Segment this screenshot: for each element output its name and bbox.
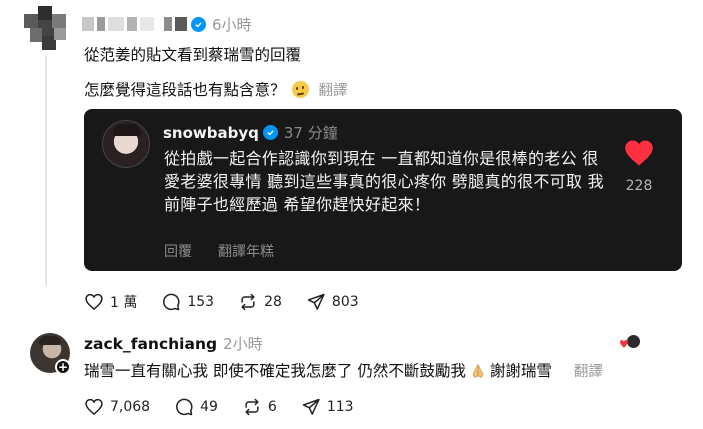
reply-text-line: 瑞雪一直有關心我 即使不確定我怎麼了 仍然不斷鼓勵我 謝謝瑞雪 翻譯 <box>84 359 603 381</box>
share-button[interactable]: 803 <box>306 292 359 312</box>
like-button[interactable]: 1 萬 <box>84 292 137 312</box>
quote-reply-label: 回覆 <box>164 244 192 260</box>
share-count: 113 <box>326 399 354 415</box>
post-text-line-2: 怎麼覺得這段話也有點含意？ 翻譯 <box>84 78 348 100</box>
reply-header: zack_fanchiang 2小時 <box>84 333 263 354</box>
comment-icon <box>176 398 193 416</box>
thread-line <box>45 56 47 286</box>
comment-button[interactable]: 49 <box>174 397 218 417</box>
reply-text: 瑞雪一直有關心我 即使不確定我怎麼了 仍然不斷鼓勵我 <box>84 362 466 380</box>
quote-actions: 回覆 翻譯年糕 <box>164 241 274 261</box>
post-time[interactable]: 6小時 <box>212 14 252 35</box>
thinking-face-icon <box>291 81 309 98</box>
small-heart-icon: ♥ <box>619 338 629 351</box>
like-count: 1 萬 <box>110 295 138 311</box>
heart-outline-icon <box>85 398 103 416</box>
post-header: 6小時 <box>82 14 252 34</box>
like-button[interactable]: 7,068 <box>84 397 150 417</box>
reply-username[interactable]: zack_fanchiang <box>84 335 217 353</box>
repost-icon <box>241 293 255 311</box>
reply-text-thanks: 謝謝瑞雪 <box>489 362 552 380</box>
translate-link[interactable]: 翻譯 <box>574 364 603 380</box>
quote-header: snowbabyq 37 分鐘 <box>163 122 338 143</box>
snowbabyq-avatar <box>102 120 150 168</box>
comment-count: 153 <box>187 294 215 310</box>
repost-button[interactable]: 6 <box>242 397 277 417</box>
author-liked-badge: ♥ <box>619 334 643 352</box>
share-button[interactable]: 113 <box>301 397 354 417</box>
share-count: 803 <box>331 294 359 310</box>
verified-badge-icon <box>191 16 206 32</box>
repost-button[interactable]: 28 <box>238 292 282 312</box>
reply-action-bar: 7,068 49 6 113 <box>84 397 378 417</box>
author-avatar-pixelated[interactable] <box>24 6 68 50</box>
like-count: 7,068 <box>110 399 151 415</box>
post-text-question: 怎麼覺得這段話也有點含意？ <box>84 81 286 99</box>
post-text-line-1: 從范姜的貼文看到蔡瑞雪的回覆 <box>84 46 302 64</box>
author-name-pixelated[interactable] <box>82 17 187 31</box>
heart-outline-icon <box>85 293 103 311</box>
repost-icon <box>245 398 259 416</box>
quote-time: 37 分鐘 <box>283 124 338 142</box>
quoted-reply-card: snowbabyq 37 分鐘 從拍戲一起合作認識你到現在 一直都知道你是很棒的… <box>84 109 682 271</box>
heart-icon <box>625 140 653 166</box>
send-icon <box>307 293 325 310</box>
quote-text: 從拍戲一起合作認識你到現在 一直都知道你是很棒的老公 很愛老婆很專情 聽到這些事… <box>164 149 604 214</box>
comment-icon <box>163 293 180 311</box>
translate-link[interactable]: 翻譯 <box>319 83 348 99</box>
send-icon <box>302 398 320 415</box>
quote-translate-label: 翻譯年糕 <box>218 244 274 260</box>
quote-like-count: 228 <box>625 178 653 194</box>
repost-count: 6 <box>267 399 277 415</box>
quote-username: snowbabyq <box>163 123 259 142</box>
comment-count: 49 <box>200 399 218 415</box>
repost-count: 28 <box>264 294 282 310</box>
verified-badge-icon <box>262 125 278 140</box>
reply-time[interactable]: 2小時 <box>223 333 263 354</box>
post-action-bar: 1 萬 153 28 803 <box>84 292 383 312</box>
folded-hands-icon <box>472 364 484 378</box>
comment-button[interactable]: 153 <box>161 292 214 312</box>
follow-plus-icon[interactable]: + <box>55 359 71 375</box>
